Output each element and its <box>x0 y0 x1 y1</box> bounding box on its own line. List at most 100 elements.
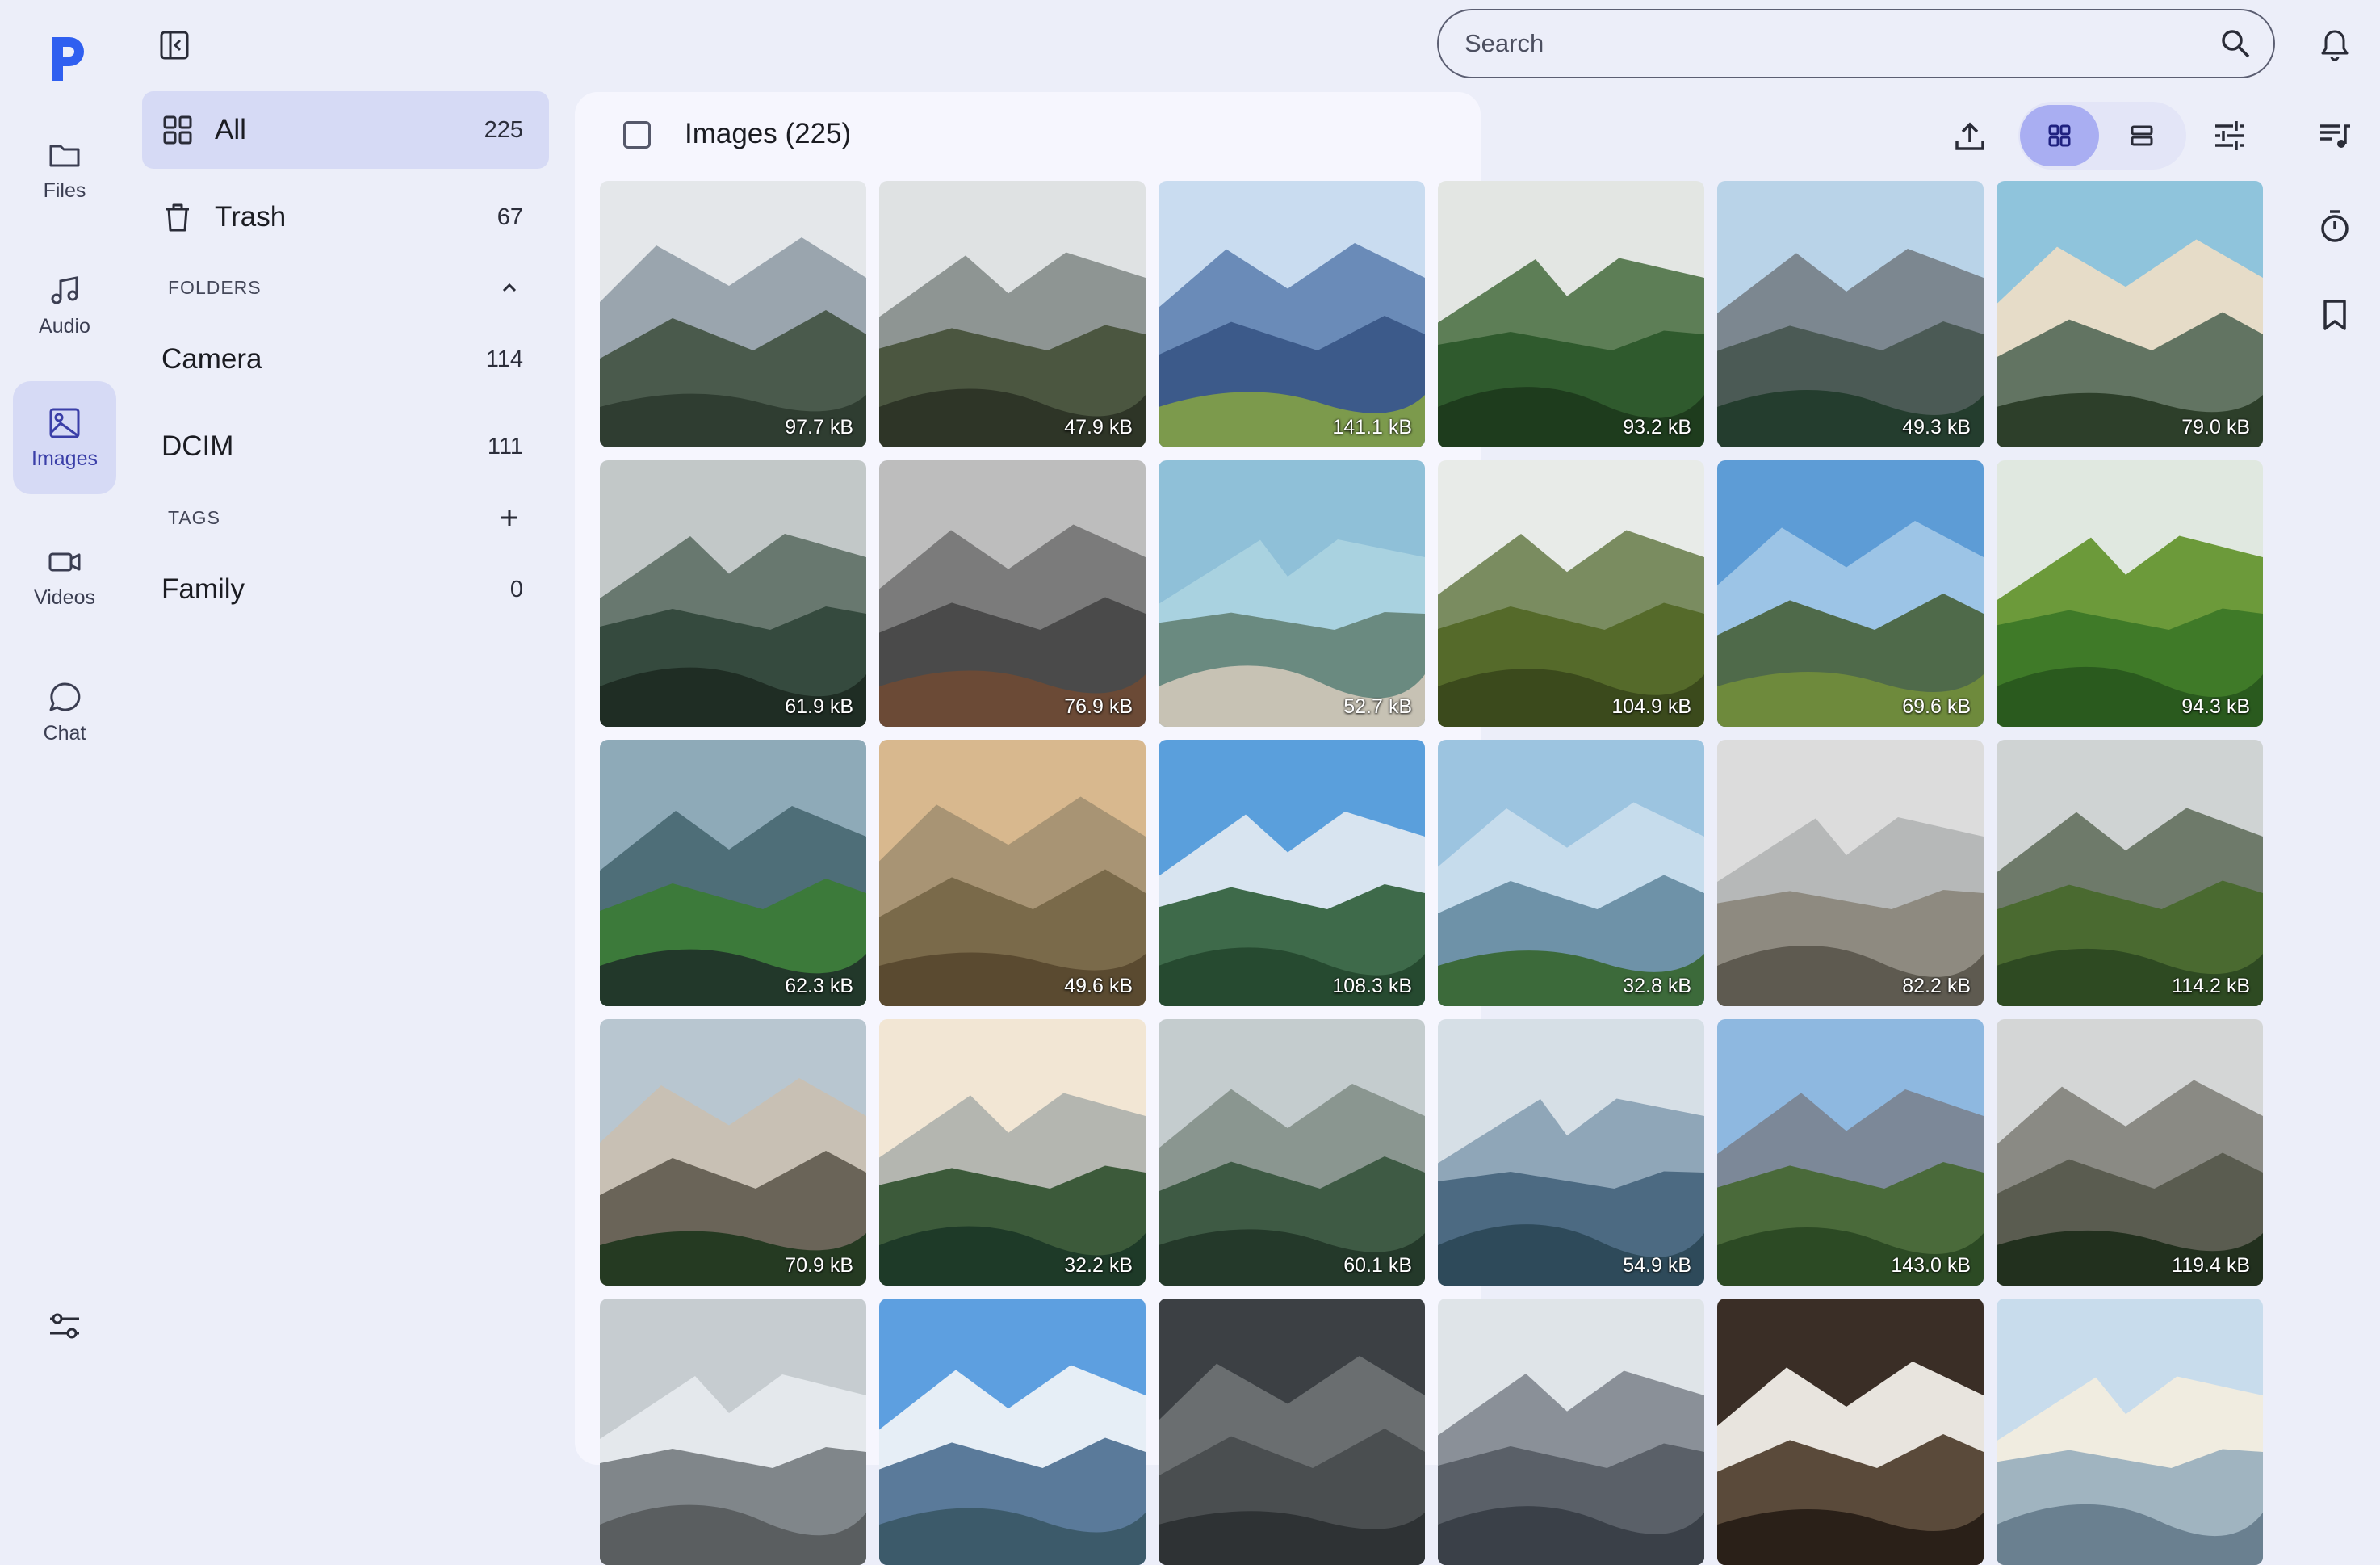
app-logo[interactable] <box>40 32 94 86</box>
sidebar-item-label: Camera <box>161 343 262 375</box>
select-all-checkbox[interactable] <box>623 121 651 149</box>
file-size-label: 54.9 kB <box>1623 1254 1691 1277</box>
file-size-label: 108.3 kB <box>1332 975 1412 997</box>
landscape-photo <box>879 1299 1146 1565</box>
list-view-button[interactable] <box>2102 105 2181 166</box>
sidebar-item-dcim[interactable]: DCIM 111 <box>142 408 549 485</box>
sidebar-item-count: 67 <box>497 203 523 230</box>
image-thumbnail[interactable]: 82.2 kB <box>1717 740 1984 1006</box>
image-thumbnail[interactable]: 32.2 kB <box>879 1019 1146 1286</box>
landscape-photo <box>879 740 1146 1006</box>
file-size-label: 69.6 kB <box>1902 695 1971 718</box>
file-size-label: 114.2 kB <box>2172 975 2250 997</box>
image-thumbnail[interactable]: 70.9 kB <box>600 1019 866 1286</box>
image-thumbnail[interactable] <box>600 1299 866 1565</box>
nav-chat[interactable]: Chat <box>13 656 116 769</box>
nav-files[interactable]: Files <box>13 113 116 226</box>
image-thumbnail[interactable] <box>1159 1299 1425 1565</box>
file-size-label: 82.2 kB <box>1902 975 1971 997</box>
nav-images[interactable]: Images <box>13 381 116 494</box>
landscape-photo <box>1717 1299 1984 1565</box>
video-camera-icon <box>48 552 81 571</box>
landscape-photo <box>1159 740 1425 1006</box>
image-thumbnail[interactable]: 52.7 kB <box>1159 460 1425 727</box>
image-thumbnail[interactable] <box>1717 1299 1984 1565</box>
chevron-up-icon[interactable] <box>496 274 523 301</box>
grid-view-button[interactable] <box>2020 105 2099 166</box>
settings-sliders-icon[interactable] <box>47 1308 82 1344</box>
nav-audio[interactable]: Audio <box>13 249 116 362</box>
file-size-label: 62.3 kB <box>785 975 853 997</box>
upload-icon[interactable] <box>1952 118 1988 153</box>
tags-header-label: TAGS <box>168 506 220 528</box>
image-thumbnail[interactable]: 54.9 kB <box>1438 1019 1704 1286</box>
grid-icon <box>163 115 192 145</box>
image-thumbnail[interactable] <box>1997 1299 2263 1565</box>
image-thumbnail[interactable]: 49.6 kB <box>879 740 1146 1006</box>
bell-icon[interactable] <box>2317 27 2353 63</box>
image-thumbnail[interactable]: 97.7 kB <box>600 181 866 447</box>
landscape-photo <box>600 460 866 727</box>
file-size-label: 119.4 kB <box>2172 1254 2250 1277</box>
image-thumbnail[interactable]: 93.2 kB <box>1438 181 1704 447</box>
filter-icon[interactable] <box>2212 118 2248 153</box>
landscape-photo <box>1997 181 2263 447</box>
image-icon <box>49 408 80 438</box>
image-thumbnail[interactable]: 79.0 kB <box>1997 181 2263 447</box>
folders-header-label: FOLDERS <box>168 276 262 298</box>
file-size-label: 32.2 kB <box>1064 1254 1133 1277</box>
file-size-label: 93.2 kB <box>1623 416 1691 438</box>
music-note-icon <box>51 275 78 304</box>
trash-icon <box>166 203 189 232</box>
image-thumbnail[interactable]: 60.1 kB <box>1159 1019 1425 1286</box>
image-thumbnail[interactable]: 108.3 kB <box>1159 740 1425 1006</box>
file-size-label: 94.3 kB <box>2181 695 2250 718</box>
sidebar-item-trash[interactable]: Trash 67 <box>142 178 549 256</box>
sidebar-toggle-icon[interactable] <box>158 29 191 61</box>
sidebar-item-family[interactable]: Family 0 <box>142 551 549 628</box>
folder-icon <box>49 145 80 166</box>
image-thumbnail[interactable]: 49.3 kB <box>1717 181 1984 447</box>
landscape-photo <box>1997 1299 2263 1565</box>
playlist-icon[interactable] <box>2317 118 2353 153</box>
image-thumbnail[interactable]: 94.3 kB <box>1997 460 2263 727</box>
image-thumbnail[interactable]: 143.0 kB <box>1717 1019 1984 1286</box>
nav-chat-label: Chat <box>43 721 86 745</box>
image-thumbnail[interactable]: 61.9 kB <box>600 460 866 727</box>
image-thumbnail[interactable]: 47.9 kB <box>879 181 1146 447</box>
image-thumbnail[interactable]: 32.8 kB <box>1438 740 1704 1006</box>
landscape-photo <box>1159 460 1425 727</box>
image-thumbnail[interactable] <box>879 1299 1146 1565</box>
folders-header: FOLDERS <box>168 271 523 304</box>
landscape-photo <box>600 1019 866 1286</box>
plus-icon[interactable] <box>496 504 523 531</box>
image-thumbnail[interactable]: 76.9 kB <box>879 460 1146 727</box>
file-size-label: 52.7 kB <box>1343 695 1412 718</box>
landscape-photo <box>1997 460 2263 727</box>
image-thumbnail[interactable]: 69.6 kB <box>1717 460 1984 727</box>
search-icon[interactable] <box>2219 27 2252 61</box>
bookmark-icon[interactable] <box>2317 297 2353 333</box>
sidebar-item-camera[interactable]: Camera 114 <box>142 321 549 398</box>
sidebar-item-label: Trash <box>215 201 287 233</box>
file-size-label: 76.9 kB <box>1064 695 1133 718</box>
search-bar[interactable] <box>1437 9 2275 78</box>
file-size-label: 97.7 kB <box>785 416 853 438</box>
sidebar-item-count: 225 <box>484 116 523 143</box>
sidebar-item-count: 114 <box>485 346 523 372</box>
search-input[interactable] <box>1463 28 2219 59</box>
image-thumbnail[interactable] <box>1438 1299 1704 1565</box>
sidebar-item-all[interactable]: All 225 <box>142 91 549 169</box>
image-thumbnail[interactable]: 104.9 kB <box>1438 460 1704 727</box>
landscape-photo <box>1159 181 1425 447</box>
image-thumbnail[interactable]: 114.2 kB <box>1997 740 2263 1006</box>
timer-icon[interactable] <box>2317 208 2353 244</box>
sidebar-item-label: All <box>215 114 246 145</box>
image-thumbnail[interactable]: 62.3 kB <box>600 740 866 1006</box>
nav-videos[interactable]: Videos <box>13 520 116 633</box>
landscape-photo <box>879 181 1146 447</box>
nav-files-label: Files <box>43 178 86 202</box>
sidebar-item-count: 111 <box>487 433 523 459</box>
image-thumbnail[interactable]: 141.1 kB <box>1159 181 1425 447</box>
image-thumbnail[interactable]: 119.4 kB <box>1997 1019 2263 1286</box>
